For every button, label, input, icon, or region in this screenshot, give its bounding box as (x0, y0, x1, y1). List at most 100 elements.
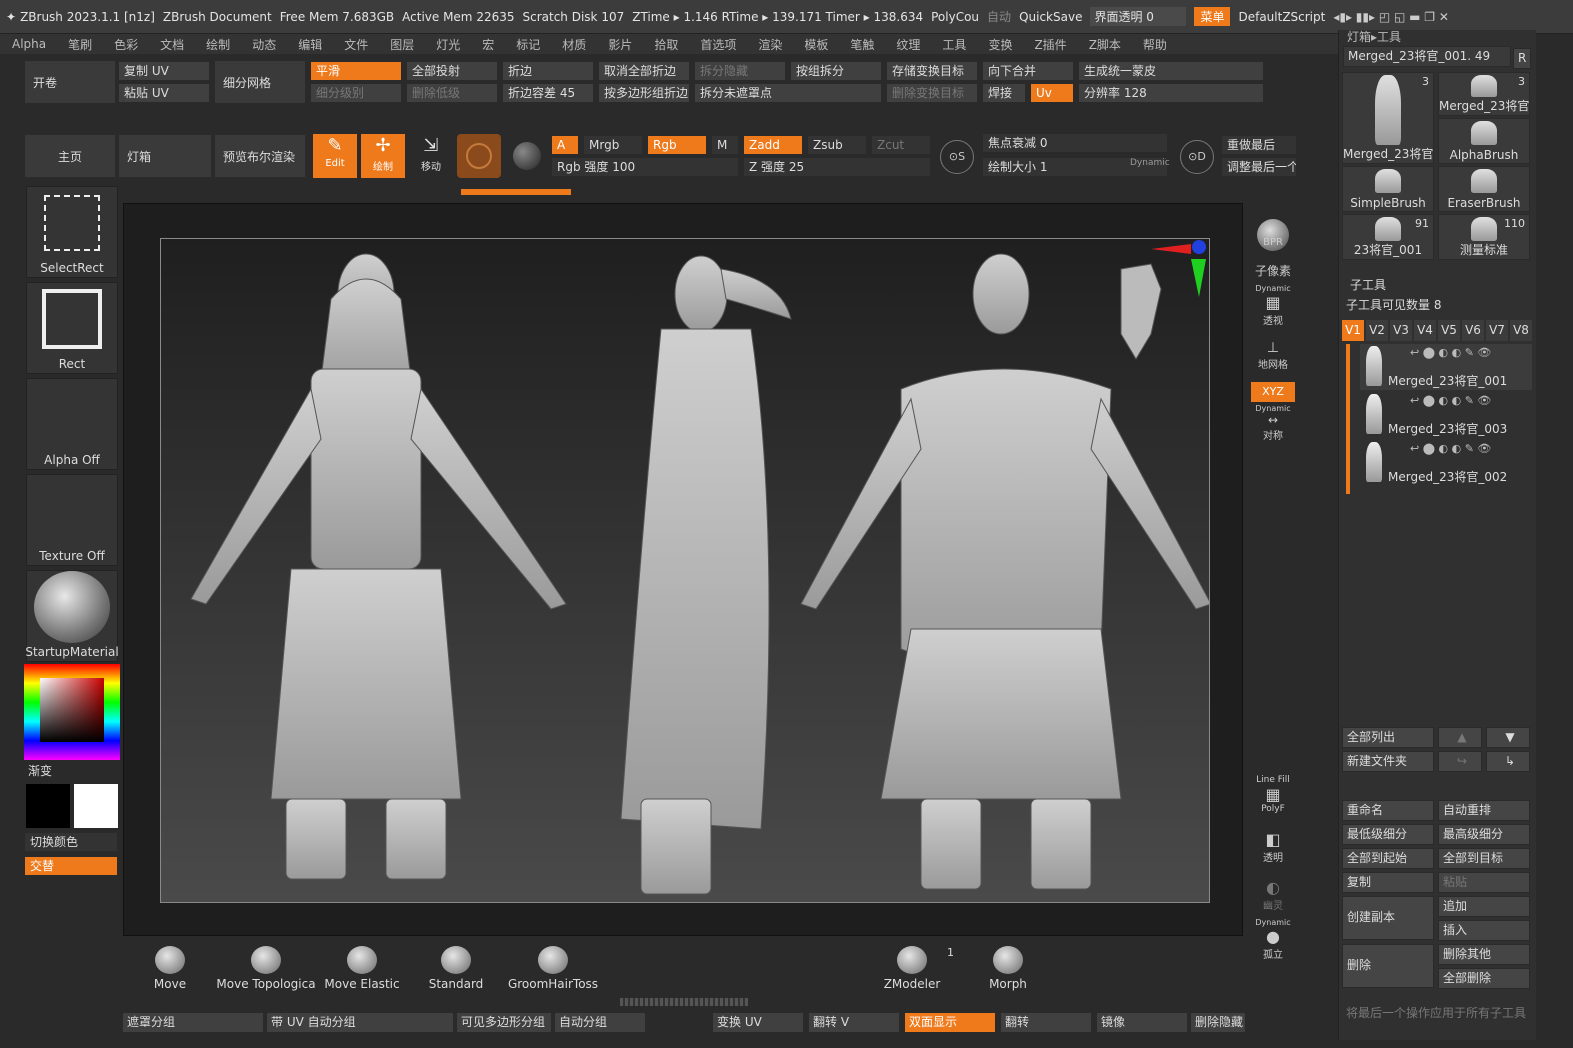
crease-tolerance-slider[interactable]: 折边容差 45 (502, 83, 594, 103)
transform-uv-button[interactable]: 变换 UV (712, 1012, 804, 1033)
all-to-target-button[interactable]: 全部到目标 (1438, 848, 1530, 869)
menu-item[interactable]: 工具 (930, 36, 976, 53)
tool-thumb[interactable]: EraserBrush (1438, 166, 1530, 212)
move-up-button[interactable]: ▲ (1438, 727, 1482, 748)
subpixel-slider[interactable]: 子像素 (1251, 262, 1295, 279)
zsub-toggle[interactable]: Zsub (807, 135, 867, 155)
rgb-intensity-slider[interactable]: Rgb 强度 100 (551, 157, 739, 177)
preview-bpr-button[interactable]: 预览布尔渲染 (214, 134, 306, 178)
delete-button[interactable]: 删除 (1342, 944, 1434, 988)
subtool-count-slider[interactable]: 子工具可见数量 8 (1346, 296, 1530, 313)
ghost-button[interactable]: ◐ 幽灵 (1251, 878, 1295, 912)
tool-thumb[interactable]: AlphaBrush (1438, 118, 1530, 164)
menu-item[interactable]: 标记 (504, 36, 550, 53)
menu-item[interactable]: 灯光 (424, 36, 470, 53)
version-tab[interactable]: V4 (1414, 320, 1436, 341)
subtool-header[interactable]: 子工具 (1350, 276, 1386, 293)
mirror-button[interactable]: 镜像 (1096, 1012, 1188, 1033)
default-zscript[interactable]: DefaultZScript (1238, 10, 1325, 24)
brush-slot[interactable]: Standard (410, 944, 502, 994)
a-toggle[interactable]: A (551, 135, 579, 155)
menu-item[interactable]: 图层 (378, 36, 424, 53)
version-tab[interactable]: V3 (1390, 320, 1412, 341)
menu-item[interactable]: 绘制 (194, 36, 240, 53)
highest-subdiv-button[interactable]: 最高级细分 (1438, 824, 1530, 845)
linefill-button[interactable]: Line Fill ▦ PolyF (1251, 775, 1295, 814)
version-tab[interactable]: V1 (1342, 320, 1364, 341)
menu-item[interactable]: 笔触 (838, 36, 884, 53)
auto-groups-button[interactable]: 自动分组 (554, 1012, 646, 1033)
menu-item[interactable]: 文档 (148, 36, 194, 53)
crease-button[interactable]: 折边 (502, 61, 594, 81)
create-copy-button[interactable]: 创建副本 (1342, 896, 1434, 940)
paste-button[interactable]: 粘贴 (1438, 872, 1530, 893)
bpr-button[interactable]: BPR (1251, 215, 1295, 259)
new-folder-button[interactable]: 新建文件夹 (1342, 751, 1434, 772)
move-mode-button[interactable]: ⇲ 移动 (409, 134, 453, 178)
color-picker[interactable] (24, 664, 120, 760)
color-picker-square[interactable] (40, 678, 104, 742)
solo-button[interactable]: Dynamic ● 孤立 (1251, 918, 1295, 961)
merged-tool-slider[interactable]: Merged_23将官_001. 49 (1343, 46, 1511, 67)
focal-shift-slider[interactable]: 焦点衰减 0 (982, 133, 1168, 153)
subtool-row[interactable]: ↩ ⬤ ◐ ◐ ✎ 👁 Merged_23将官_002 (1360, 440, 1532, 486)
version-tab[interactable]: V5 (1438, 320, 1460, 341)
subtool-visibility-icon[interactable]: ↩ ⬤ ◐ ◐ ✎ 👁 (1410, 394, 1491, 407)
menu-item[interactable]: 拾取 (642, 36, 688, 53)
uv-auto-groups-button[interactable]: 带 UV 自动分组 (266, 1012, 454, 1033)
project-all-button[interactable]: 全部投射 (406, 61, 498, 81)
paste-uv-button[interactable]: 粘贴 UV (118, 83, 210, 103)
redo-arrow-button[interactable]: ↪ (1438, 751, 1482, 772)
menu-item[interactable]: 变换 (976, 36, 1022, 53)
brush-slot[interactable]: ZModeler 1 (866, 944, 958, 994)
floor-button[interactable]: ⊥ 地网格 (1251, 340, 1295, 371)
material-sphere-button[interactable] (457, 134, 501, 178)
unified-skin-button[interactable]: 生成统一蒙皮 (1078, 61, 1264, 81)
xyz-button[interactable]: XYZ (1251, 382, 1295, 402)
subtool-row[interactable]: ↩ ⬤ ◐ ◐ ✎ 👁 Merged_23将官_001 (1360, 344, 1532, 390)
primary-color-swatch[interactable] (26, 784, 70, 828)
menu-item[interactable]: 渲染 (746, 36, 792, 53)
zadd-toggle[interactable]: Zadd (743, 135, 803, 155)
navigation-head-gizmo[interactable] (1120, 263, 1162, 360)
redo-last-button[interactable]: 重做最后 (1221, 135, 1297, 155)
quicksave-button[interactable]: QuickSave (1019, 10, 1082, 24)
z-intensity-slider[interactable]: Z 强度 25 (743, 157, 931, 177)
version-tab[interactable]: V2 (1366, 320, 1388, 341)
texture-off-tool[interactable]: Texture Off (26, 474, 118, 566)
uncrease-all-button[interactable]: 取消全部折边 (598, 61, 690, 81)
menu-item[interactable]: 宏 (470, 36, 504, 53)
subdiv-mesh-button[interactable]: 细分网格 (214, 60, 306, 104)
layout-icons[interactable]: ◂▮▸ ▮▮▸ ◰ ◱ ▬ ❐ ✕ (1333, 10, 1449, 24)
down-right-arrow-button[interactable]: ↳ (1486, 751, 1530, 772)
switch-color-button[interactable]: 切换颜色 (24, 832, 118, 852)
subtool-scrollbar[interactable] (1346, 344, 1350, 494)
tool-thumb[interactable]: SimpleBrush (1342, 166, 1434, 212)
brush-slot[interactable]: Move (126, 944, 214, 994)
menu-item[interactable]: 首选项 (688, 36, 746, 53)
tool-thumb[interactable]: Merged_23将官 3 (1438, 72, 1530, 116)
rect-tool[interactable]: Rect (26, 282, 118, 374)
tool-thumb[interactable]: 测量标准 110 (1438, 214, 1530, 260)
subtool-visibility-icon[interactable]: ↩ ⬤ ◐ ◐ ✎ 👁 (1410, 442, 1491, 455)
split-by-group-button[interactable]: 按组拆分 (790, 61, 882, 81)
del-lower-button[interactable]: 删除低级 (406, 83, 498, 103)
version-tab[interactable]: V7 (1486, 320, 1508, 341)
alpha-off-tool[interactable]: Alpha Off (26, 378, 118, 470)
transp-button[interactable]: ◧ 透明 (1251, 830, 1295, 864)
shelf-splitter-handle[interactable] (620, 998, 748, 1006)
menu-item[interactable]: 编辑 (286, 36, 332, 53)
menu-item[interactable]: 笔刷 (56, 36, 102, 53)
auto-reorder-button[interactable]: 自动重排 (1438, 800, 1530, 821)
version-tab[interactable]: V6 (1462, 320, 1484, 341)
store-morph-button[interactable]: 存储变换目标 (886, 61, 978, 81)
lazy-mouse-icon[interactable]: ⊙S (940, 140, 974, 174)
lowest-subdiv-button[interactable]: 最低级细分 (1342, 824, 1434, 845)
rgb-toggle[interactable]: Rgb (647, 135, 707, 155)
ui-transparency-slider[interactable]: 界面透明 0 (1090, 7, 1187, 26)
version-tab[interactable]: V8 (1510, 320, 1532, 341)
material-tool[interactable]: StartupMaterial (25, 570, 119, 662)
rename-button[interactable]: 重命名 (1342, 800, 1434, 821)
apply-last-to-all-button[interactable]: 将最后一个操作应用于所有子工具 (1346, 1004, 1536, 1021)
append-button[interactable]: 追加 (1438, 896, 1530, 917)
